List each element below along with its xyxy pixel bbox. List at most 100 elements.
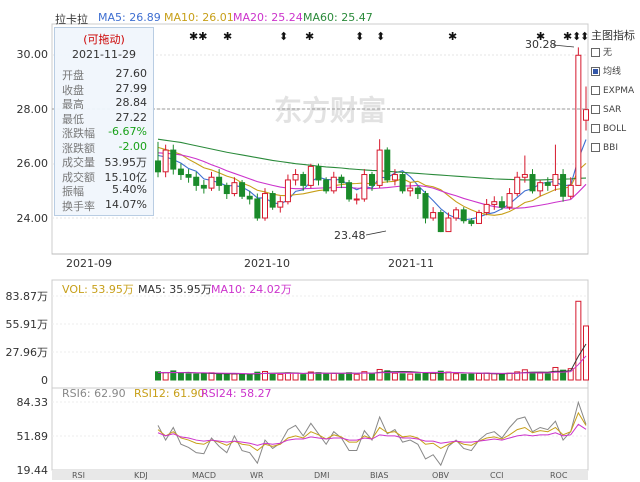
indicator-tab[interactable]: RSI: [72, 470, 85, 480]
candle[interactable]: [307, 163, 314, 189]
indicator-option[interactable]: BOLL: [591, 122, 640, 141]
indicator-tab[interactable]: KDJ: [134, 470, 148, 480]
volume-bar[interactable]: [200, 372, 207, 381]
volume-bar[interactable]: [246, 374, 253, 381]
candle[interactable]: [483, 198, 490, 216]
volume-bar[interactable]: [330, 372, 337, 381]
candle[interactable]: [185, 169, 192, 183]
indicator-checkbox[interactable]: [591, 67, 600, 76]
indicator-checkbox[interactable]: [591, 143, 600, 152]
candle[interactable]: [269, 190, 276, 210]
candle[interactable]: [155, 141, 161, 178]
indicator-option[interactable]: BBI: [591, 141, 640, 160]
volume-bar[interactable]: [346, 372, 353, 381]
volume-bar[interactable]: [453, 373, 460, 381]
volume-bar[interactable]: [506, 372, 513, 381]
volume-bar[interactable]: [391, 372, 398, 381]
volume-bar[interactable]: [369, 373, 375, 381]
indicator-option[interactable]: 均线: [591, 65, 640, 84]
candle[interactable]: [552, 144, 559, 191]
volume-bar[interactable]: [407, 373, 414, 381]
indicator-option[interactable]: SAR: [591, 103, 640, 122]
candle[interactable]: [223, 182, 230, 199]
volume-bar[interactable]: [529, 371, 536, 381]
volume-bar[interactable]: [583, 325, 589, 381]
candle[interactable]: [506, 188, 513, 210]
candle[interactable]: [460, 207, 467, 224]
candlesticks[interactable]: [155, 47, 589, 233]
candle[interactable]: [323, 177, 330, 194]
candle[interactable]: [284, 174, 291, 205]
indicator-option[interactable]: 无: [591, 46, 640, 65]
indicator-option[interactable]: EXPMA: [591, 84, 640, 103]
candle[interactable]: [399, 171, 406, 194]
volume-bar[interactable]: [185, 373, 192, 381]
volume-bar[interactable]: [491, 373, 498, 381]
candle[interactable]: [170, 144, 177, 175]
indicator-tab[interactable]: BIAS: [370, 470, 388, 480]
volume-bar[interactable]: [430, 372, 437, 381]
indicator-tab[interactable]: CCI: [490, 470, 504, 480]
indicator-tab[interactable]: WR: [250, 470, 263, 480]
candle[interactable]: [430, 207, 437, 221]
candle[interactable]: [177, 163, 184, 180]
indicator-tab[interactable]: ROC: [550, 470, 567, 480]
indicator-tab[interactable]: DMI: [314, 470, 329, 480]
volume-bar[interactable]: [323, 373, 330, 381]
ohlc-tooltip[interactable]: (可拖动) 2021-11-29 开盘 27.60 收盘 27.99 最高 28.84 最低…: [54, 27, 154, 216]
candle[interactable]: [407, 182, 414, 197]
volume-bar[interactable]: [498, 373, 505, 381]
candle[interactable]: [346, 179, 353, 202]
candle[interactable]: [353, 193, 360, 205]
volume-bar[interactable]: [223, 373, 230, 381]
candle[interactable]: [239, 179, 246, 199]
candle[interactable]: [315, 163, 322, 186]
candle[interactable]: [231, 177, 238, 197]
candle[interactable]: [491, 196, 498, 210]
volume-bar[interactable]: [476, 372, 482, 381]
candle[interactable]: [376, 139, 383, 189]
volume-bar[interactable]: [353, 373, 360, 381]
volume-bar[interactable]: [300, 374, 307, 381]
volume-bar[interactable]: [468, 373, 475, 381]
volume-bar[interactable]: [177, 372, 184, 381]
indicator-checkbox[interactable]: [591, 86, 600, 95]
candle[interactable]: [422, 190, 429, 224]
volume-bar[interactable]: [193, 373, 200, 381]
candle[interactable]: [529, 169, 536, 194]
indicator-checkbox[interactable]: [591, 124, 600, 133]
candle[interactable]: [384, 147, 391, 183]
volume-bar[interactable]: [552, 366, 559, 381]
volume-bar[interactable]: [292, 372, 299, 381]
volume-bar[interactable]: [338, 373, 345, 381]
candle[interactable]: [193, 171, 200, 191]
candle[interactable]: [200, 179, 207, 194]
candle[interactable]: [575, 47, 582, 186]
volume-bar[interactable]: [575, 300, 582, 381]
candle[interactable]: [437, 209, 444, 233]
volume-bar[interactable]: [315, 372, 322, 381]
volume-bar[interactable]: [262, 370, 268, 381]
volume-bar[interactable]: [460, 373, 467, 381]
volume-bar[interactable]: [483, 372, 490, 381]
candle[interactable]: [361, 169, 368, 202]
volume-bar[interactable]: [399, 373, 406, 381]
volume-bars[interactable]: [155, 300, 589, 381]
candle[interactable]: [262, 188, 268, 221]
indicator-tab[interactable]: MACD: [192, 470, 216, 480]
volume-bar[interactable]: [537, 372, 544, 381]
candle[interactable]: [208, 171, 215, 191]
candle[interactable]: [560, 169, 567, 202]
volume-bar[interactable]: [521, 369, 528, 381]
volume-bar[interactable]: [544, 373, 551, 381]
volume-bar[interactable]: [414, 373, 421, 381]
indicator-tab[interactable]: OBV: [432, 470, 449, 480]
volume-bar[interactable]: [284, 372, 291, 381]
candle[interactable]: [292, 169, 299, 186]
candle[interactable]: [521, 155, 528, 183]
volume-bar[interactable]: [216, 373, 223, 381]
volume-bar[interactable]: [239, 373, 246, 381]
volume-bar[interactable]: [269, 373, 276, 381]
candle[interactable]: [330, 171, 337, 194]
volume-bar[interactable]: [231, 373, 238, 381]
